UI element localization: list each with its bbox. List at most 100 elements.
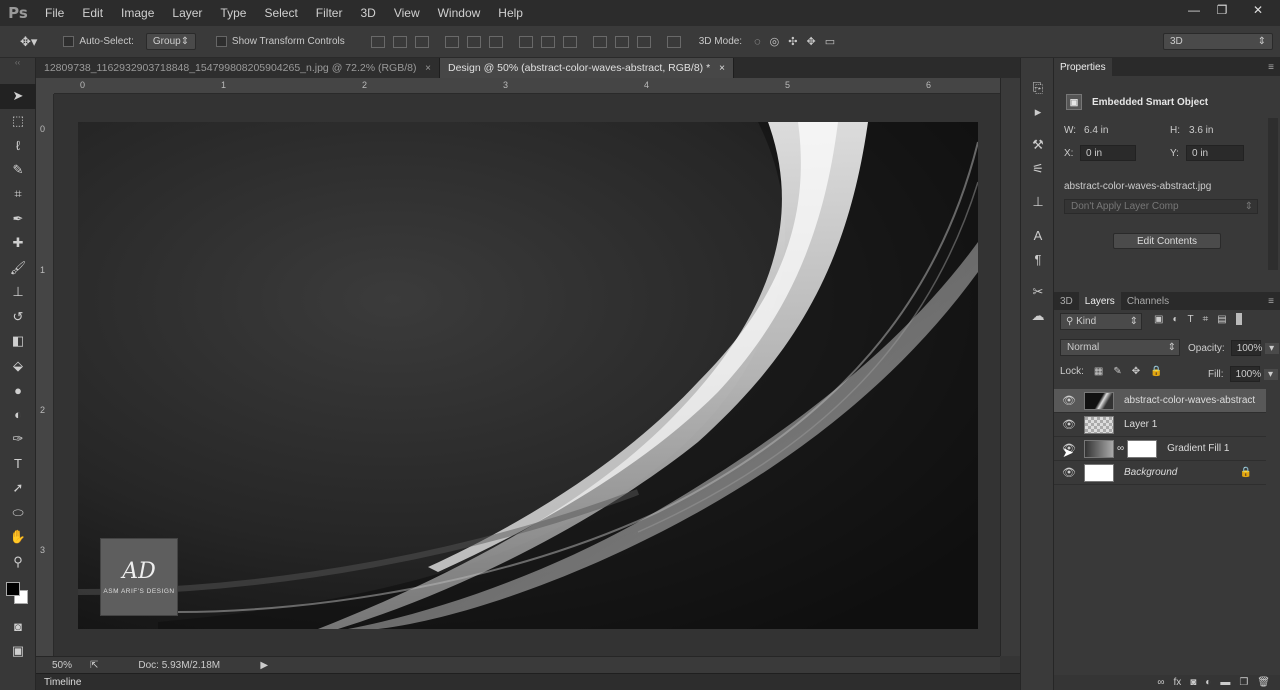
- height-value[interactable]: 3.6 in: [1189, 125, 1213, 136]
- menu-edit[interactable]: Edit: [73, 6, 112, 20]
- layer-name[interactable]: Background: [1124, 467, 1177, 478]
- distribute-left-icon[interactable]: [592, 35, 607, 48]
- adjustments-panel-icon[interactable]: ⚒: [1021, 133, 1055, 157]
- align-hcenter-icon[interactable]: [466, 35, 481, 48]
- distribute-bottom-icon[interactable]: [562, 35, 577, 48]
- distribute-vcenter-icon[interactable]: [540, 35, 555, 48]
- add-mask-icon[interactable]: ◙: [1190, 677, 1196, 688]
- character-panel-icon[interactable]: A: [1021, 223, 1055, 247]
- lasso-tool-icon[interactable]: ℓ: [0, 133, 36, 158]
- lock-position-icon[interactable]: ✥: [1132, 366, 1140, 377]
- lock-pixels-icon[interactable]: ✎: [1113, 366, 1121, 377]
- type-tool-icon[interactable]: T: [0, 452, 36, 477]
- layer-row[interactable]: 👁 Layer 1: [1054, 413, 1266, 437]
- history-panel-icon[interactable]: ⎘: [1021, 76, 1055, 100]
- menu-layer[interactable]: Layer: [163, 6, 211, 20]
- menu-type[interactable]: Type: [211, 6, 255, 20]
- move-tool-icon[interactable]: ➤: [0, 84, 36, 109]
- marquee-tool-icon[interactable]: ⬚: [0, 109, 36, 134]
- menu-select[interactable]: Select: [255, 6, 306, 20]
- filter-kind-dropdown[interactable]: ⚲ Kind ⇕: [1060, 313, 1142, 330]
- canvas-scrollbar[interactable]: [1000, 78, 1020, 656]
- status-menu-arrow-icon[interactable]: ▶: [260, 660, 268, 671]
- layer-name[interactable]: Layer 1: [1124, 419, 1157, 430]
- eraser-tool-icon[interactable]: ◧: [0, 329, 36, 354]
- clone-stamp-tool-icon[interactable]: ⊥: [0, 280, 36, 305]
- visibility-eye-icon[interactable]: 👁: [1054, 466, 1084, 479]
- lock-all-icon[interactable]: 🔒: [1150, 366, 1162, 377]
- history-brush-tool-icon[interactable]: ↺: [0, 305, 36, 330]
- filter-smart-object-icon[interactable]: ▤: [1217, 314, 1226, 325]
- menu-3d[interactable]: 3D: [351, 6, 384, 20]
- align-bottom-icon[interactable]: [414, 35, 429, 48]
- tab-properties[interactable]: Properties: [1054, 58, 1112, 76]
- blur-tool-icon[interactable]: ●: [0, 378, 36, 403]
- panel-menu-icon[interactable]: ≡: [1268, 62, 1274, 73]
- opacity-dropdown-icon[interactable]: ▾: [1264, 342, 1279, 354]
- filter-shape-icon[interactable]: ⌗: [1203, 314, 1209, 325]
- filter-toggle-icon[interactable]: [1235, 313, 1242, 325]
- quick-mask-icon[interactable]: ◙: [0, 614, 36, 639]
- tab-channels[interactable]: Channels: [1121, 292, 1175, 310]
- adjustment-layer-icon[interactable]: ◐: [1205, 677, 1211, 688]
- zoom-level[interactable]: 50%: [52, 660, 90, 671]
- lock-transparency-icon[interactable]: ▦: [1094, 366, 1103, 377]
- zoom-tool-icon[interactable]: ⚲: [0, 550, 36, 575]
- close-tab-icon[interactable]: ×: [425, 63, 431, 74]
- auto-align-icon[interactable]: [666, 35, 681, 48]
- foreground-color-swatch[interactable]: [6, 582, 20, 596]
- 3d-scale-icon[interactable]: ▭: [825, 35, 835, 48]
- y-position-field[interactable]: 0 in: [1186, 145, 1244, 161]
- visibility-eye-icon[interactable]: 👁: [1054, 418, 1084, 431]
- align-left-icon[interactable]: [444, 35, 459, 48]
- restore-icon[interactable]: ❐: [1208, 0, 1236, 20]
- opacity-field[interactable]: 100%: [1230, 340, 1262, 356]
- canvas-artwork[interactable]: [78, 122, 978, 629]
- timeline-panel-tab[interactable]: Timeline: [36, 673, 1020, 690]
- filter-type-icon[interactable]: T: [1188, 314, 1194, 325]
- path-select-tool-icon[interactable]: ➚: [0, 476, 36, 501]
- tab-document-1[interactable]: 12809738_1162932903718848_15479980820590…: [36, 58, 440, 78]
- color-swatches[interactable]: [0, 574, 35, 614]
- panel-menu-icon[interactable]: ≡: [1268, 296, 1274, 307]
- workspace-dropdown[interactable]: 3D ⇕: [1163, 33, 1273, 50]
- tab-layers[interactable]: Layers: [1078, 292, 1121, 310]
- clone-source-panel-icon[interactable]: ⊥: [1021, 190, 1055, 214]
- ellipse-tool-icon[interactable]: ⬭: [0, 501, 36, 526]
- align-vcenter-icon[interactable]: [392, 35, 407, 48]
- 3d-slide-icon[interactable]: ✥: [806, 35, 815, 48]
- delete-layer-icon[interactable]: 🗑: [1257, 677, 1270, 688]
- auto-select-dropdown[interactable]: Group ⇕: [145, 33, 196, 50]
- fill-dropdown-icon[interactable]: ▾: [1263, 368, 1278, 380]
- eyedropper-tool-icon[interactable]: ✒: [0, 207, 36, 232]
- layer-name[interactable]: Gradient Fill 1: [1167, 443, 1229, 454]
- paragraph-panel-icon[interactable]: ¶: [1021, 247, 1055, 271]
- paint-bucket-tool-icon[interactable]: ⬙: [0, 354, 36, 379]
- visibility-eye-icon[interactable]: 👁: [1054, 394, 1084, 407]
- align-right-icon[interactable]: [488, 35, 503, 48]
- quick-select-tool-icon[interactable]: ✎: [0, 158, 36, 183]
- minimize-icon[interactable]: —: [1180, 0, 1208, 20]
- menu-file[interactable]: File: [36, 6, 73, 20]
- 3d-pan-icon[interactable]: ✣: [788, 35, 797, 48]
- width-value[interactable]: 6.4 in: [1084, 125, 1108, 136]
- menu-view[interactable]: View: [385, 6, 429, 20]
- auto-select-checkbox[interactable]: [63, 36, 75, 47]
- chain-link-icon[interactable]: ∞: [1117, 443, 1124, 454]
- menu-filter[interactable]: Filter: [307, 6, 352, 20]
- tool-presets-panel-icon[interactable]: ✂: [1021, 280, 1055, 304]
- actions-panel-icon[interactable]: ▸: [1021, 100, 1055, 124]
- menu-window[interactable]: Window: [429, 6, 490, 20]
- distribute-right-icon[interactable]: [636, 35, 651, 48]
- blend-mode-dropdown[interactable]: Normal ⇕: [1060, 339, 1180, 356]
- menu-image[interactable]: Image: [112, 6, 163, 20]
- link-layers-icon[interactable]: ∞: [1157, 677, 1164, 688]
- menu-help[interactable]: Help: [489, 6, 532, 20]
- layer-style-icon[interactable]: fx: [1173, 677, 1181, 688]
- transform-controls-checkbox[interactable]: [215, 36, 227, 47]
- hand-tool-icon[interactable]: ✋: [0, 525, 36, 550]
- x-position-field[interactable]: 0 in: [1080, 145, 1136, 161]
- close-icon[interactable]: ✕: [1236, 0, 1280, 20]
- libraries-panel-icon[interactable]: ☁: [1021, 304, 1055, 328]
- new-layer-icon[interactable]: ❐: [1239, 677, 1248, 688]
